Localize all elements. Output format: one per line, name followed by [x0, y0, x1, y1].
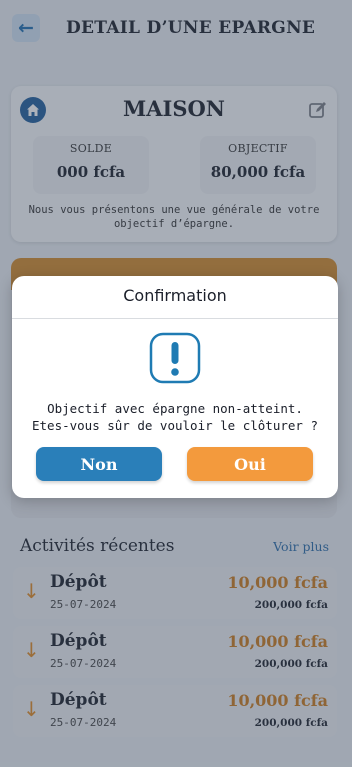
dialog-message: Objectif avec épargne non-atteint. Etes-…: [22, 400, 328, 434]
no-button[interactable]: Non: [36, 447, 162, 481]
dialog-divider: [12, 318, 338, 319]
exclamation-icon: [149, 332, 201, 384]
dialog-title: Confirmation: [123, 286, 227, 305]
dialog-message-line: Etes-vous sûr de vouloir le clôturer ?: [32, 418, 318, 433]
yes-button[interactable]: Oui: [187, 447, 313, 481]
confirmation-dialog: Confirmation Objectif avec épargne non-a…: [12, 276, 338, 498]
dialog-message-line: Objectif avec épargne non-atteint.: [47, 401, 303, 416]
